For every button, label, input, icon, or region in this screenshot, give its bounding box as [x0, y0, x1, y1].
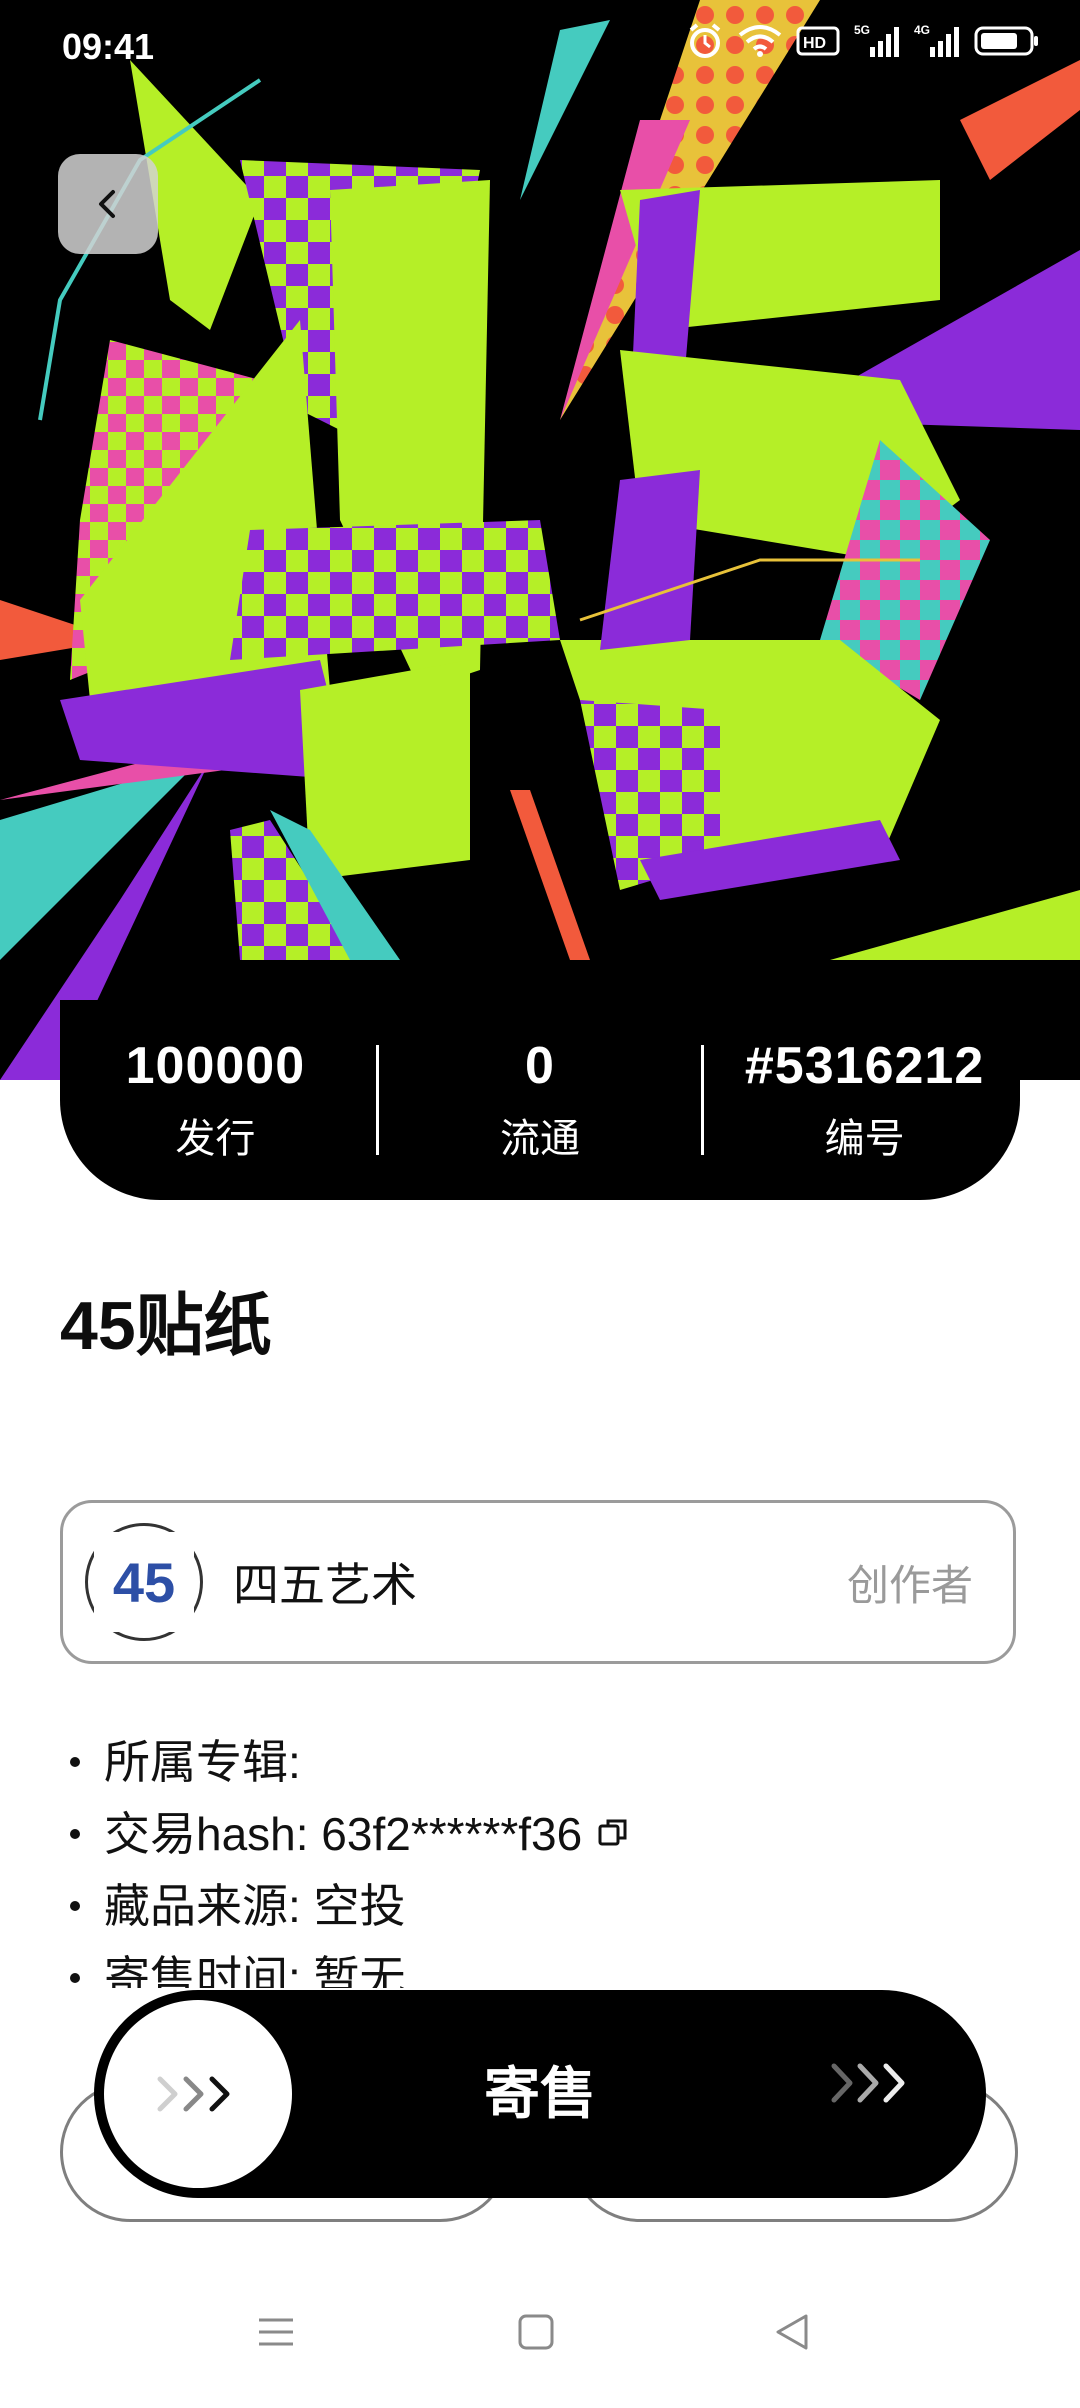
- artwork-image: [0, 0, 1080, 1080]
- stats-card: 100000 发行 0 流通 #5316212 编号: [60, 1000, 1020, 1200]
- slider-knob[interactable]: [104, 2000, 292, 2188]
- signal-5g-icon: 5G: [854, 23, 900, 64]
- menu-icon[interactable]: [256, 2312, 296, 2357]
- detail-hash: 交易hash: 63f2******f36: [70, 1798, 1020, 1870]
- detail-value: 暂无: [300, 1952, 406, 1988]
- wifi-icon: [738, 23, 782, 64]
- detail-label: 交易hash:: [104, 1808, 309, 1860]
- signal-4g-icon: 4G: [914, 23, 960, 64]
- stat-issued: 100000 发行: [65, 1036, 365, 1164]
- svg-text:HD: HD: [803, 35, 826, 52]
- details-list: 所属专辑: 交易hash: 63f2******f36 藏品来源: 空投 寄售时…: [70, 1726, 1020, 1988]
- battery-icon: [974, 25, 1040, 62]
- stat-serial: #5316212 编号: [715, 1036, 1015, 1164]
- detail-label: 所属专辑:: [104, 1736, 301, 1788]
- copy-icon[interactable]: [596, 1798, 630, 1870]
- chevron-right-icon: [157, 2076, 230, 2112]
- stat-divider: [376, 1045, 380, 1155]
- detail-source: 藏品来源: 空投: [70, 1870, 1020, 1942]
- detail-label: 藏品来源:: [104, 1880, 301, 1932]
- detail-value: 空投: [300, 1880, 406, 1932]
- chevron-left-icon: [99, 190, 115, 218]
- detail-value: 63f2******f36: [308, 1808, 583, 1860]
- alarm-icon: [686, 22, 724, 65]
- status-bar: 09:41 HD 5G 4G: [0, 0, 1080, 96]
- stat-value: #5316212: [744, 1037, 985, 1095]
- creator-role: 创作者: [846, 1561, 973, 1609]
- home-icon[interactable]: [516, 2312, 556, 2357]
- stat-circulation: 0 流通: [390, 1036, 690, 1164]
- detail-album: 所属专辑:: [70, 1726, 1020, 1798]
- avatar: 45: [85, 1523, 203, 1641]
- chevron-right-icon: [828, 2058, 918, 2113]
- creator-card[interactable]: 45 四五艺术 创作者: [60, 1500, 1016, 1664]
- item-title: 45贴纸: [60, 1288, 272, 1364]
- creator-name: 四五艺术: [233, 1559, 417, 1611]
- stat-value: 100000: [125, 1037, 306, 1095]
- sell-slider[interactable]: 寄售: [94, 1990, 986, 2198]
- hd-voice-icon: HD: [796, 24, 840, 63]
- detail-label: 寄售时间:: [104, 1952, 301, 1988]
- detail-consign-time: 寄售时间: 暂无: [70, 1942, 1020, 1988]
- stat-value: 0: [525, 1037, 555, 1095]
- system-nav-bar: [0, 2270, 1080, 2408]
- svg-text:5G: 5G: [854, 23, 870, 37]
- stat-label: 流通: [499, 1117, 580, 1161]
- svg-text:4G: 4G: [914, 23, 930, 37]
- bottom-action-area: 寄售: [0, 1990, 1080, 2250]
- status-time: 09:41: [62, 26, 155, 67]
- stat-divider: [700, 1045, 704, 1155]
- stat-label: 发行: [175, 1117, 256, 1161]
- svg-text:45: 45: [113, 1551, 175, 1614]
- back-button[interactable]: [58, 154, 158, 254]
- back-triangle-icon[interactable]: [772, 2312, 812, 2357]
- stat-label: 编号: [824, 1117, 905, 1161]
